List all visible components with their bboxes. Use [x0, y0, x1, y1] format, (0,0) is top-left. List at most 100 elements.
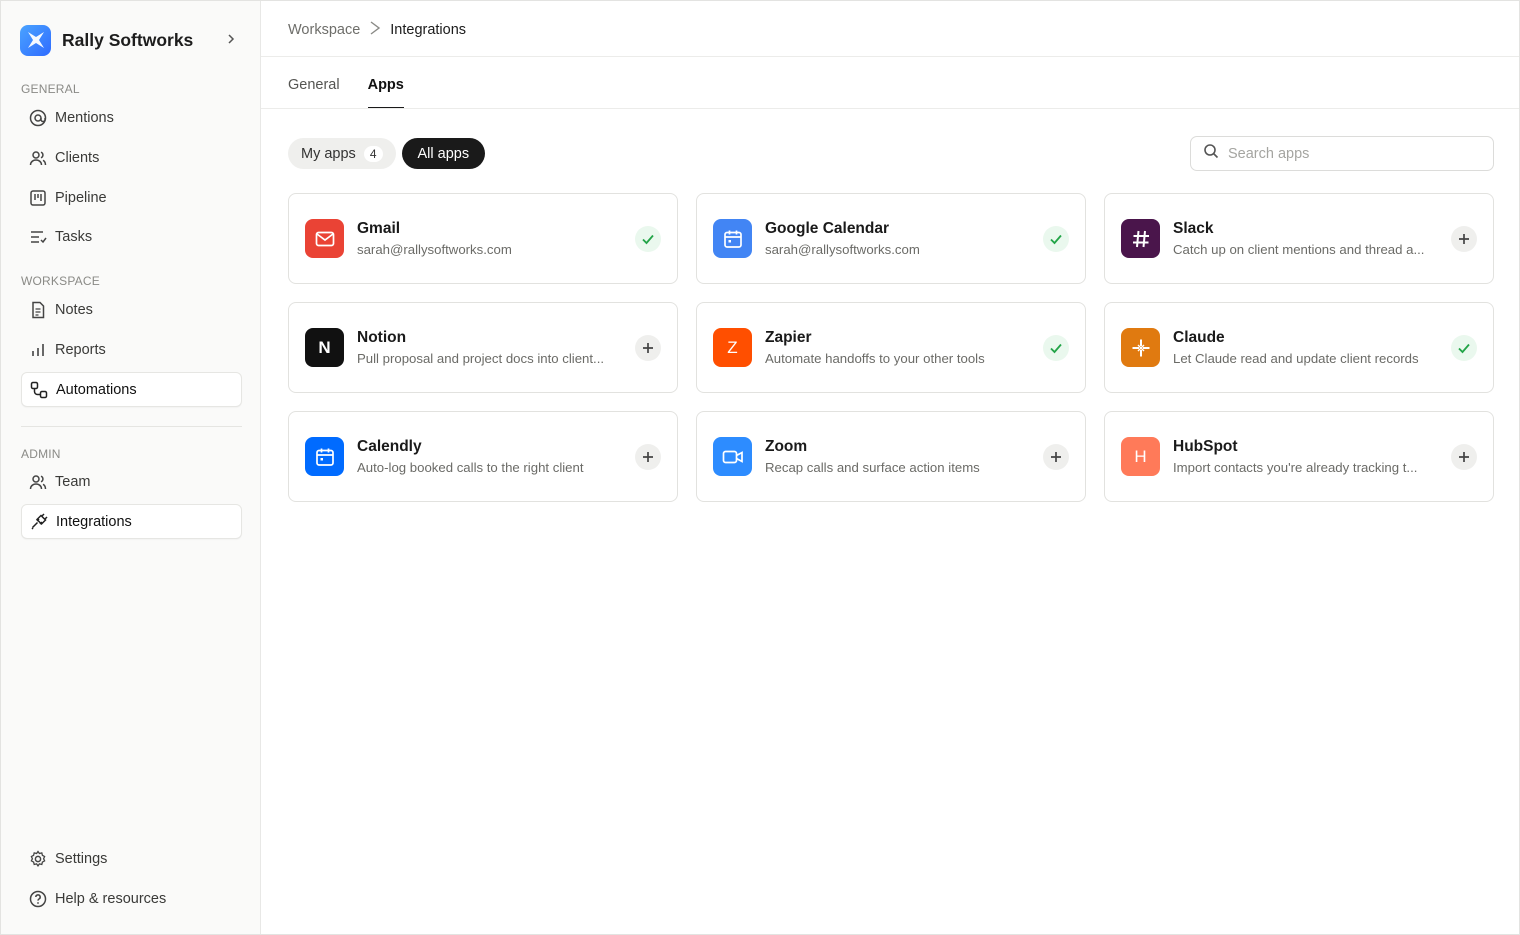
tabs-divider — [261, 108, 1519, 109]
kanban-icon — [29, 189, 47, 207]
filter-my-apps[interactable]: My apps 4 — [288, 138, 396, 169]
app-card-claude[interactable]: Claude Let Claude read and update client… — [1104, 302, 1494, 393]
tab-general[interactable]: General — [288, 77, 340, 109]
help-circle-icon — [29, 890, 47, 908]
sidebar-item-reports[interactable]: Reports — [21, 332, 242, 367]
app-card-slack[interactable]: Slack Catch up on client mentions and th… — [1104, 193, 1494, 284]
workspace-logo — [20, 24, 51, 56]
sidebar-item-label: Mentions — [55, 109, 114, 126]
connected-check-icon[interactable] — [1043, 335, 1069, 361]
connected-check-icon[interactable] — [1451, 335, 1477, 361]
app-card-gmail[interactable]: Gmail sarah@rallysoftworks.com — [288, 193, 678, 284]
app-card-notion[interactable]: N Notion Pull proposal and project docs … — [288, 302, 678, 393]
sidebar-item-label: Reports — [55, 341, 106, 358]
sidebar-item-pipeline[interactable]: Pipeline — [21, 180, 242, 215]
main-content: Workspace Integrations General Apps My a… — [261, 1, 1519, 934]
sidebar-item-tasks[interactable]: Tasks — [21, 219, 242, 254]
connected-check-icon[interactable] — [635, 226, 661, 252]
chevron-right-icon — [226, 32, 236, 48]
users-icon — [29, 149, 47, 167]
at-icon — [29, 109, 47, 127]
app-grid: Gmail sarah@rallysoftworks.com Google Ca… — [288, 193, 1494, 502]
breadcrumb-current: Integrations — [390, 22, 467, 38]
search-box[interactable] — [1190, 136, 1494, 171]
add-plus-icon[interactable] — [1451, 444, 1477, 470]
app-description: sarah@rallysoftworks.com — [765, 242, 920, 257]
workflow-icon — [30, 381, 48, 399]
section-label-admin: ADMIN — [21, 447, 61, 461]
zapier-letter-icon: Z — [713, 328, 752, 367]
sidebar-item-automations[interactable]: Automations — [21, 372, 242, 407]
list-icon — [29, 228, 47, 246]
app-card-zoom[interactable]: Zoom Recap calls and surface action item… — [696, 411, 1086, 502]
app-name: Slack — [1173, 220, 1214, 237]
sidebar-item-mentions[interactable]: Mentions — [21, 100, 242, 135]
sidebar-item-notes[interactable]: Notes — [21, 292, 242, 327]
filter-all-apps[interactable]: All apps — [401, 138, 486, 169]
header-divider — [261, 56, 1519, 57]
app-description: Recap calls and surface action items — [765, 460, 980, 475]
sidebar-item-help[interactable]: Help & resources — [21, 881, 242, 916]
sidebar-divider — [21, 426, 242, 427]
sidebar-item-settings[interactable]: Settings — [21, 841, 242, 876]
add-plus-icon[interactable] — [1451, 226, 1477, 252]
breadcrumb-workspace[interactable]: Workspace — [288, 22, 360, 38]
notion-letter-icon: N — [305, 328, 344, 367]
app-filter-group: My apps 4 All apps — [288, 138, 486, 169]
sidebar-item-label: Notes — [55, 301, 93, 318]
search-input[interactable] — [1228, 145, 1478, 162]
bar-chart-icon — [29, 341, 47, 359]
app-name: Claude — [1173, 329, 1225, 346]
sidebar-item-label: Pipeline — [55, 189, 107, 206]
chevron-right-icon — [369, 20, 381, 40]
app-description: Auto-log booked calls to the right clien… — [357, 460, 584, 475]
app-name: Gmail — [357, 220, 401, 237]
document-icon — [29, 301, 47, 319]
app-name: Notion — [357, 329, 407, 346]
gear-icon — [29, 849, 47, 868]
section-label-general: GENERAL — [21, 82, 80, 96]
connected-check-icon[interactable] — [1043, 226, 1069, 252]
hubspot-letter-icon: H — [1121, 437, 1160, 476]
sidebar-item-label: Tasks — [55, 228, 93, 245]
workspace-name: Rally Softworks — [62, 29, 194, 50]
hash-icon — [1121, 219, 1160, 258]
app-description: Import contacts you're already tracking … — [1173, 460, 1418, 475]
sidebar-item-label: Help & resources — [55, 890, 167, 907]
sidebar-item-integrations[interactable]: Integrations — [21, 504, 242, 539]
sidebar-item-label: Settings — [55, 850, 108, 867]
add-plus-icon[interactable] — [635, 444, 661, 470]
app-card-zapier[interactable]: Z Zapier Automate handoffs to your other… — [696, 302, 1086, 393]
sidebar-item-clients[interactable]: Clients — [21, 140, 242, 175]
app-name: Calendly — [357, 438, 422, 455]
sidebar-item-label: Team — [55, 473, 91, 490]
app-description: sarah@rallysoftworks.com — [357, 242, 512, 257]
logo-mark-icon — [27, 32, 44, 48]
plug-icon — [30, 512, 48, 531]
breadcrumb: Workspace Integrations — [288, 20, 466, 40]
sidebar-item-label: Integrations — [56, 513, 132, 530]
app-description: Catch up on client mentions and thread a… — [1173, 242, 1425, 257]
add-plus-icon[interactable] — [1043, 444, 1069, 470]
section-label-workspace: WORKSPACE — [21, 274, 100, 288]
add-plus-icon[interactable] — [635, 335, 661, 361]
search-icon — [1203, 143, 1219, 164]
sidebar-item-team[interactable]: Team — [21, 464, 242, 499]
tab-bar: General Apps — [288, 77, 432, 109]
my-apps-count-badge: 4 — [363, 145, 383, 162]
app-name: Zoom — [765, 438, 808, 455]
app-card-google-calendar[interactable]: Google Calendar sarah@rallysoftworks.com — [696, 193, 1086, 284]
users-icon — [29, 473, 47, 491]
workspace-switcher[interactable]: Rally Softworks — [20, 24, 242, 56]
app-description: Pull proposal and project docs into clie… — [357, 351, 605, 366]
sparkle-icon — [1121, 328, 1160, 367]
tab-apps[interactable]: Apps — [367, 77, 405, 109]
app-card-hubspot[interactable]: H HubSpot Import contacts you're already… — [1104, 411, 1494, 502]
gmail-icon — [305, 219, 344, 258]
app-window: Rally Softworks GENERAL Mentions Clients… — [0, 0, 1520, 935]
app-name: Zapier — [765, 329, 812, 346]
sidebar-item-label: Clients — [55, 149, 100, 166]
calendar-icon — [713, 219, 752, 258]
calendar-icon — [305, 437, 344, 476]
app-card-calendly[interactable]: Calendly Auto-log booked calls to the ri… — [288, 411, 678, 502]
